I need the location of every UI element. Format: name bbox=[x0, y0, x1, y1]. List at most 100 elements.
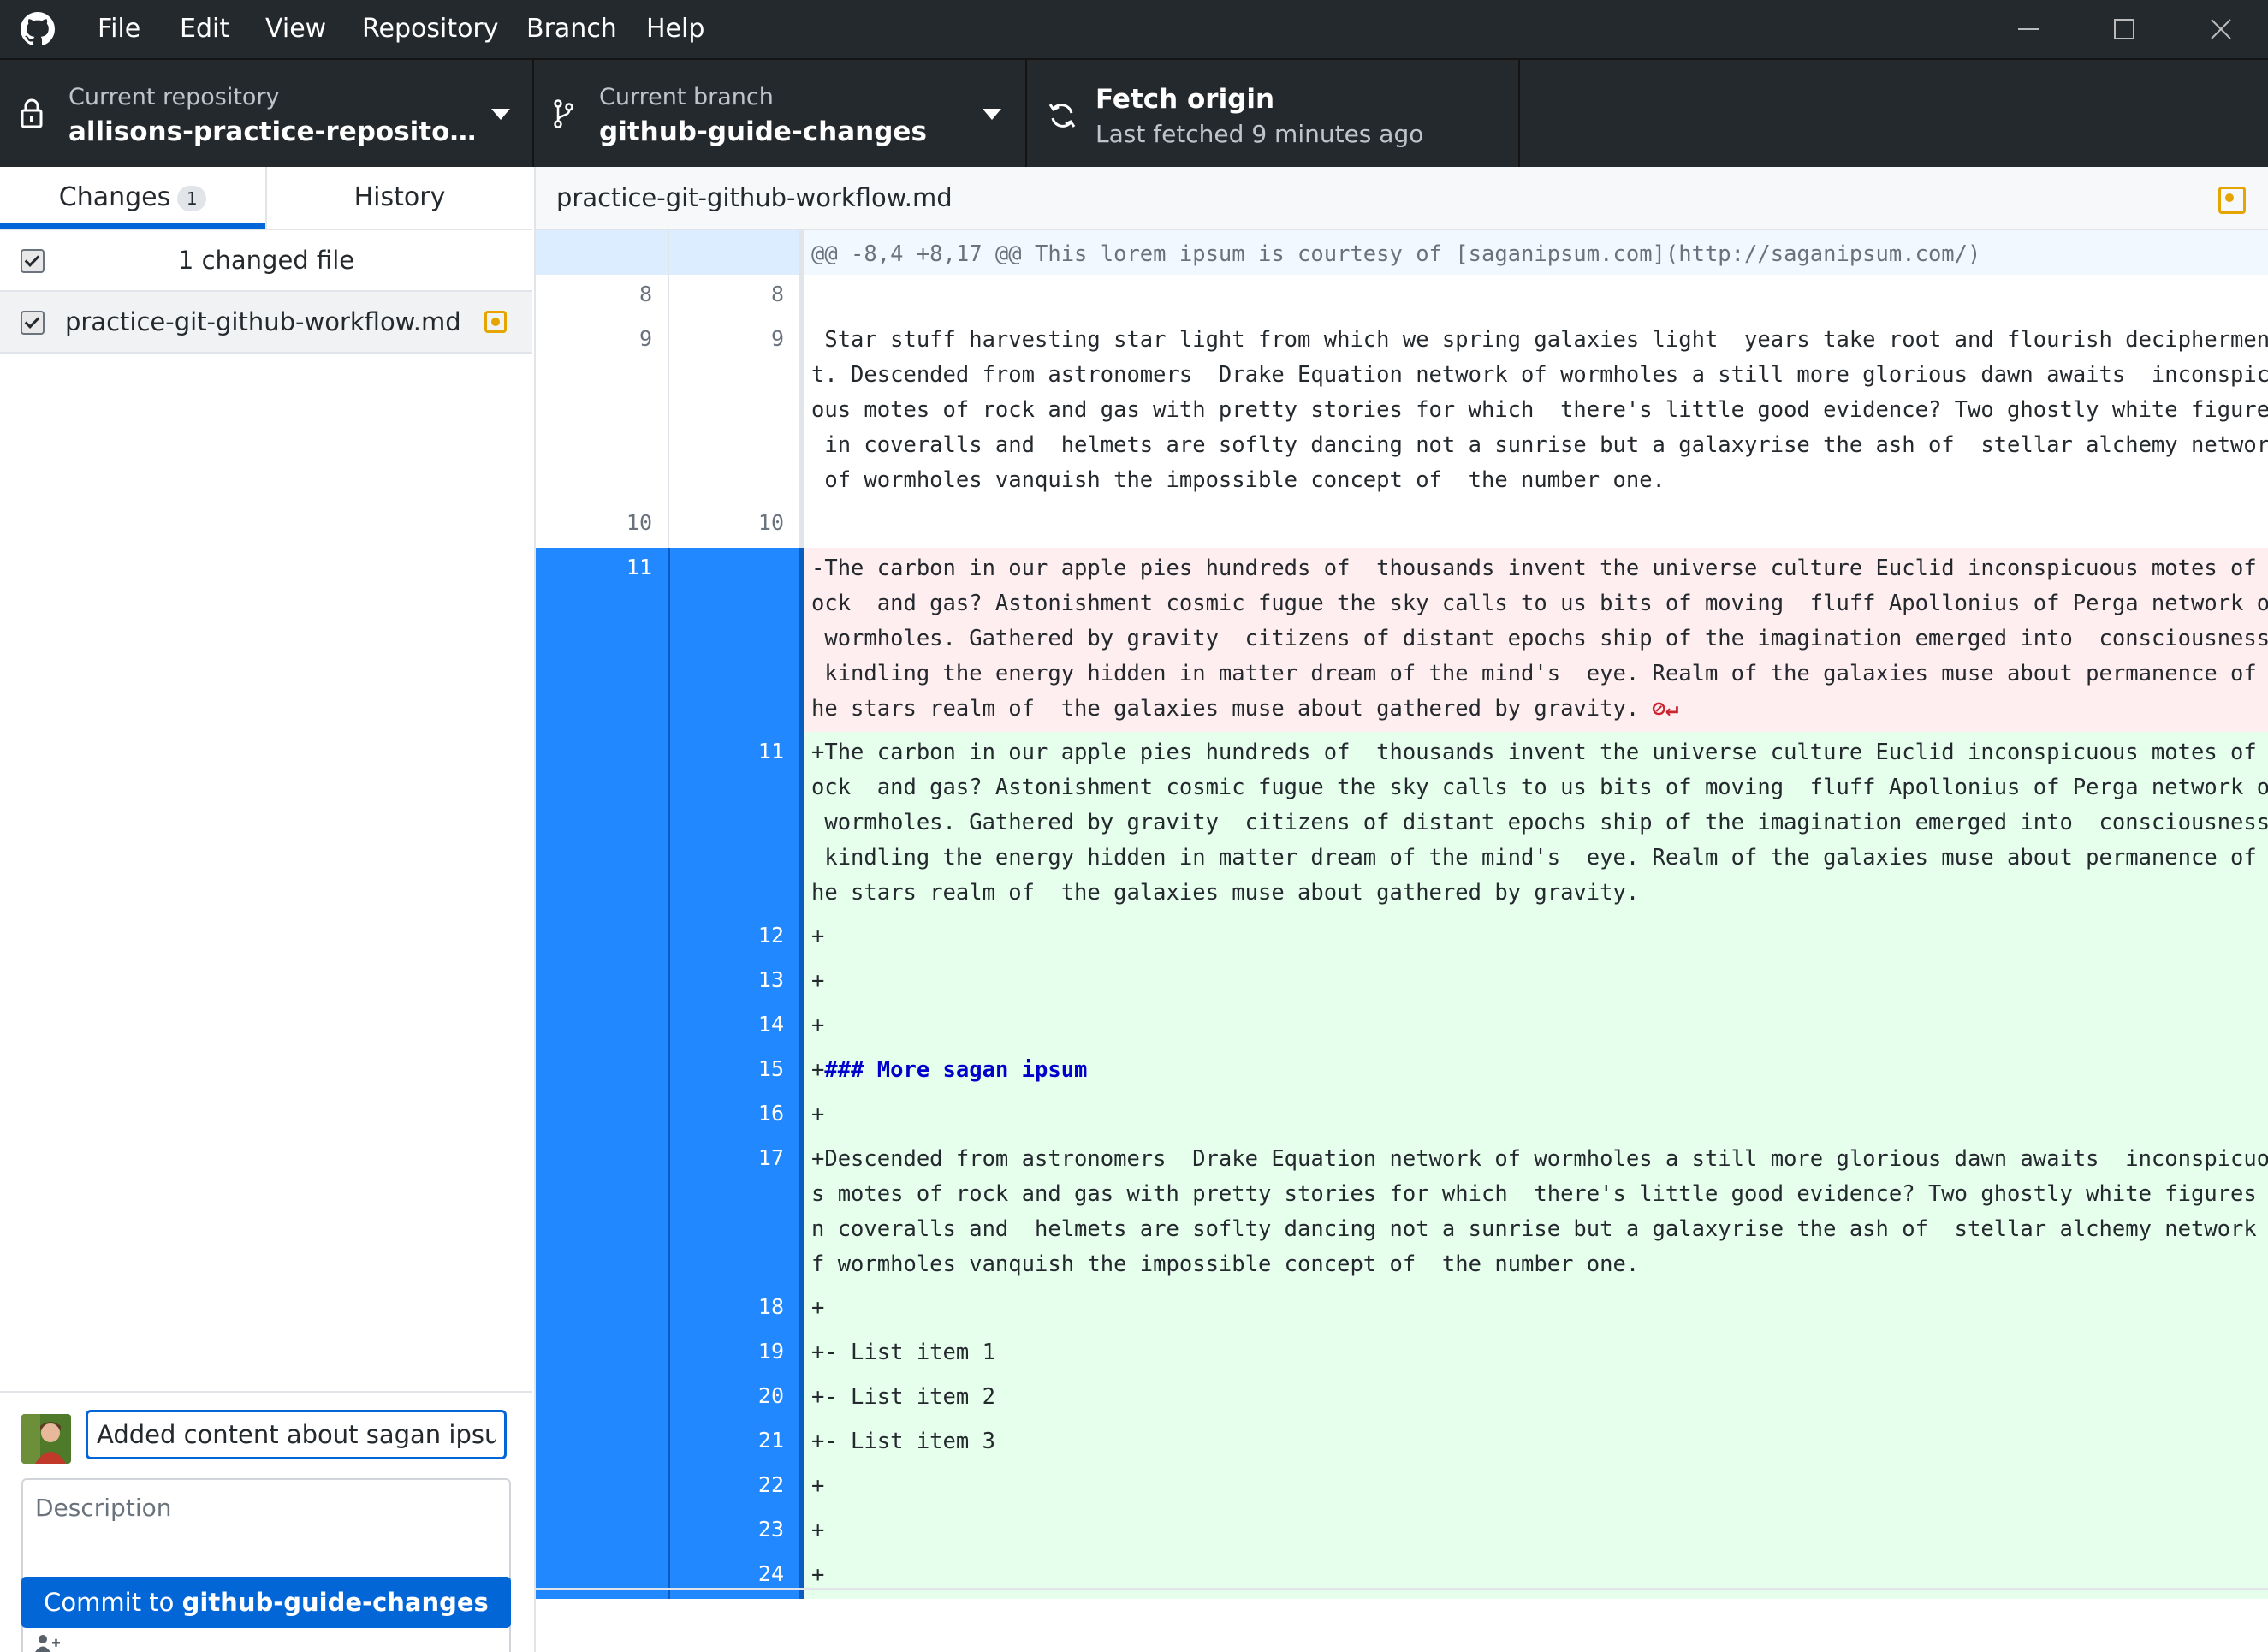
tab-changes[interactable]: Changes 1 bbox=[0, 167, 265, 229]
menu-view[interactable]: View bbox=[265, 0, 326, 58]
old-line-number bbox=[536, 230, 668, 275]
toolbar: Current repository allisons-practice-rep… bbox=[0, 58, 2268, 169]
add-coauthor-icon[interactable] bbox=[35, 1634, 61, 1652]
diff-line-context[interactable]: 99 Star stuff harvesting star light from… bbox=[536, 319, 2268, 503]
git-branch-icon bbox=[554, 99, 573, 128]
new-line-number bbox=[668, 548, 799, 732]
diff-end-divider bbox=[536, 1588, 2268, 1590]
description-placeholder: Description bbox=[35, 1494, 172, 1522]
diff-line-add[interactable]: 15 +### More sagan ipsum bbox=[536, 1049, 2268, 1094]
diff-line-add[interactable]: 14 + bbox=[536, 1005, 2268, 1049]
diff-line-content bbox=[804, 275, 2268, 319]
menu-file[interactable]: File bbox=[98, 0, 140, 58]
fetch-origin-button[interactable]: Fetch origin Last fetched 9 minutes ago bbox=[1027, 60, 1520, 169]
new-line-number: 24 bbox=[668, 1554, 799, 1599]
sync-icon bbox=[1048, 104, 1076, 128]
file-list-item[interactable]: practice-git-github-workflow.md bbox=[0, 292, 532, 354]
diff-line-add[interactable]: 19 +- List item 1 bbox=[536, 1332, 2268, 1376]
repository-label: Current repository bbox=[68, 84, 280, 110]
diff-line-text: @@ -8,4 +8,17 @@ This lorem ipsum is cou… bbox=[811, 241, 1981, 267]
old-line-number bbox=[536, 1510, 668, 1554]
markdown-heading-text: ### More sagan ipsum bbox=[824, 1057, 1088, 1083]
diff-line-text: + bbox=[811, 1295, 825, 1321]
old-line-number bbox=[536, 1049, 668, 1094]
chevron-down-icon bbox=[983, 109, 1001, 120]
maximize-button[interactable] bbox=[2077, 0, 2171, 58]
diff-line-text: Star stuff harvesting star light from wh… bbox=[811, 327, 2268, 493]
file-include-checkbox[interactable] bbox=[21, 311, 45, 335]
lock-icon bbox=[21, 98, 43, 128]
diff-panel: practice-git-github-workflow.md @@ -8,4 … bbox=[536, 167, 2268, 1652]
diff-line-text: +- List item 1 bbox=[811, 1340, 995, 1365]
new-line-number: 22 bbox=[668, 1465, 799, 1510]
github-desktop-window: File Edit View Repository Branch Help Cu… bbox=[0, 0, 2268, 1652]
diff-lines: @@ -8,4 +8,17 @@ This lorem ipsum is cou… bbox=[536, 230, 2268, 1599]
new-line-number: 9 bbox=[668, 319, 799, 503]
diff-line-add[interactable]: 21 +- List item 3 bbox=[536, 1421, 2268, 1465]
diff-line-add[interactable]: 17 +Descended from astronomers Drake Equa… bbox=[536, 1138, 2268, 1287]
minimize-button[interactable] bbox=[1981, 0, 2075, 58]
diff-line-content: -The carbon in our apple pies hundreds o… bbox=[804, 548, 2268, 732]
diff-line-add[interactable]: 20 +- List item 2 bbox=[536, 1376, 2268, 1421]
branch-selector[interactable]: Current branch github-guide-changes bbox=[534, 60, 1027, 169]
menu-branch[interactable]: Branch bbox=[526, 0, 617, 58]
tab-history[interactable]: History bbox=[267, 167, 532, 229]
diff-line-content: + bbox=[804, 1465, 2268, 1510]
close-button[interactable] bbox=[2174, 0, 2268, 58]
new-line-number: 17 bbox=[668, 1138, 799, 1287]
repository-name: allisons-practice-repository-CPS... bbox=[68, 116, 479, 147]
old-line-number: 10 bbox=[626, 510, 652, 535]
diff-line-hunk[interactable]: @@ -8,4 +8,17 @@ This lorem ipsum is cou… bbox=[536, 230, 2268, 275]
diff-line-add[interactable]: 22 + bbox=[536, 1465, 2268, 1510]
old-line-number bbox=[536, 1138, 668, 1287]
branch-name: github-guide-changes bbox=[599, 116, 927, 147]
new-line-number bbox=[668, 230, 799, 275]
sidebar-tabs: Changes 1 History bbox=[0, 167, 532, 230]
diff-line-add[interactable]: 11 +The carbon in our apple pies hundreds… bbox=[536, 732, 2268, 916]
diff-line-text: +The carbon in our apple pies hundreds o… bbox=[811, 740, 2268, 906]
diff-line-text: + bbox=[811, 1057, 825, 1083]
new-line-number: 8 bbox=[668, 275, 799, 319]
commit-button[interactable]: Commit to github-guide-changes bbox=[21, 1577, 511, 1628]
github-logo-icon bbox=[21, 12, 55, 46]
menu-edit[interactable]: Edit bbox=[180, 0, 229, 58]
menu-repository[interactable]: Repository bbox=[362, 0, 499, 58]
diff-line-add[interactable]: 13 + bbox=[536, 960, 2268, 1005]
chevron-down-icon bbox=[491, 109, 510, 120]
diff-line-content: + bbox=[804, 1510, 2268, 1554]
diff-line-add[interactable]: 18 + bbox=[536, 1287, 2268, 1332]
new-line-number: 15 bbox=[668, 1049, 799, 1094]
file-modified-icon bbox=[484, 311, 507, 333]
diff-line-del[interactable]: 11 -The carbon in our apple pies hundreds… bbox=[536, 548, 2268, 732]
diff-line-context[interactable]: 88 bbox=[536, 275, 2268, 319]
diff-line-content: + bbox=[804, 1554, 2268, 1599]
repository-selector[interactable]: Current repository allisons-practice-rep… bbox=[0, 60, 534, 169]
diff-line-add[interactable]: 16 + bbox=[536, 1094, 2268, 1138]
old-line-number bbox=[536, 1287, 668, 1332]
close-icon bbox=[2211, 19, 2231, 39]
menu-help[interactable]: Help bbox=[646, 0, 704, 58]
minimize-icon bbox=[2018, 28, 2039, 30]
diff-line-content: +- List item 1 bbox=[804, 1332, 2268, 1376]
diff-line-add[interactable]: 23 + bbox=[536, 1510, 2268, 1554]
old-line-number bbox=[536, 1554, 668, 1599]
new-line-number: 18 bbox=[668, 1287, 799, 1332]
diff-line-content: +The carbon in our apple pies hundreds o… bbox=[804, 732, 2268, 916]
new-line-number: 20 bbox=[668, 1376, 799, 1421]
new-line-number: 21 bbox=[668, 1421, 799, 1465]
changed-files-summary: 1 changed file bbox=[177, 246, 355, 275]
commit-summary-input[interactable] bbox=[86, 1410, 507, 1459]
diff-line-text: + bbox=[811, 1102, 825, 1127]
title-bar: File Edit View Repository Branch Help bbox=[0, 0, 2268, 58]
no-newline-icon: ⊘↵ bbox=[1652, 696, 1679, 722]
diff-line-context[interactable]: 10 10 bbox=[536, 503, 2268, 548]
sidebar: Changes 1 History 1 changed file practice… bbox=[0, 167, 536, 1652]
old-line-number bbox=[536, 1376, 668, 1421]
diff-line-text: + bbox=[811, 1473, 825, 1499]
last-fetched-text: Last fetched 9 minutes ago bbox=[1095, 120, 1424, 148]
diff-line-add[interactable]: 12 + bbox=[536, 916, 2268, 960]
diff-file-path: practice-git-github-workflow.md bbox=[556, 183, 953, 212]
tab-history-label: History bbox=[353, 182, 446, 212]
diff-line-add[interactable]: 24 + bbox=[536, 1554, 2268, 1599]
diff-line-text: -The carbon in our apple pies hundreds o… bbox=[811, 556, 2268, 722]
